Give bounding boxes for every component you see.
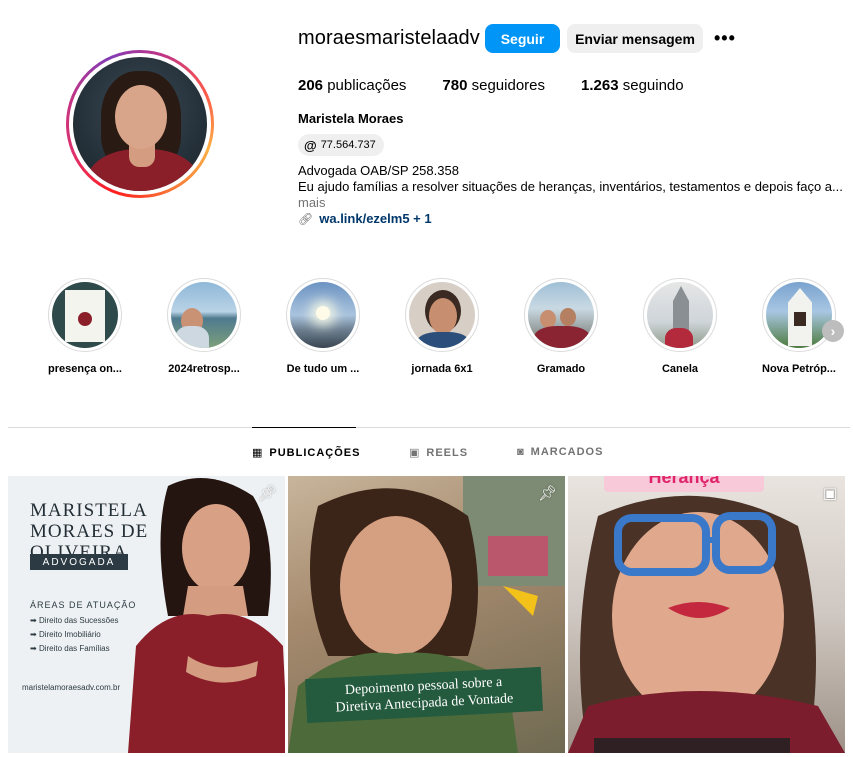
stat-followers[interactable]: 780 seguidores [442, 77, 545, 94]
highlight-cover [528, 282, 594, 348]
reels-icon: ▣ [409, 447, 421, 459]
highlight-label: jornada 6x1 [411, 363, 473, 375]
highlight-cover [290, 282, 356, 348]
pinned-icon: 📌︎ [537, 485, 557, 502]
grid-icon: ▦ [252, 447, 264, 459]
stat-posts: 206 publicações [298, 77, 407, 94]
highlight-cover [409, 282, 475, 348]
highlight-cover [766, 282, 832, 348]
link-icon: 🔗︎ [298, 211, 314, 226]
profile-link[interactable]: 🔗︎ wa.link/ezelm5 + 1 [298, 211, 432, 226]
highlight-item[interactable]: Canela [636, 278, 724, 375]
stat-following[interactable]: 1.263 seguindo [581, 77, 684, 94]
bio-line-2: Eu ajudo famílias a resolver situações d… [298, 179, 843, 194]
tabs-divider [8, 427, 850, 428]
post-title-tag: Herança [604, 476, 764, 492]
post-portrait [568, 495, 845, 753]
post-role-label: ADVOGADA [30, 554, 128, 570]
active-tab-indicator [252, 427, 356, 428]
threads-icon: @ [304, 137, 317, 153]
highlight-cover [647, 282, 713, 348]
more-options-icon[interactable]: ••• [714, 29, 736, 47]
post-tile[interactable]: Depoimento pessoal sobre a Diretiva Ante… [288, 476, 565, 753]
post-tile[interactable]: MARISTELA MORAES DE OLIVEIRA ADVOGADA ÁR… [8, 476, 285, 753]
bio-more-link[interactable]: mais [298, 195, 848, 211]
highlight-cover [52, 282, 118, 348]
profile-avatar [73, 57, 207, 191]
profile-full-name: Maristela Moraes [298, 111, 404, 126]
profile-bio: Advogada OAB/SP 258.358 Eu ajudo família… [298, 163, 848, 211]
profile-stats: 206 publicações 780 seguidores 1.263 seg… [298, 77, 720, 94]
highlight-item[interactable]: 2024retrosp... [160, 278, 248, 375]
threads-badge-text: 77.564.737 [320, 139, 376, 151]
send-message-button[interactable]: Enviar mensagem [567, 24, 703, 53]
tab-reels[interactable]: ▣ REELS [409, 446, 468, 460]
profile-username: moraesmaristelaadv [298, 27, 480, 49]
follow-button[interactable]: Seguir [485, 24, 560, 53]
highlight-label: Nova Petróp... [762, 363, 836, 375]
highlight-cover [171, 282, 237, 348]
highlights-next-button[interactable]: › [822, 320, 844, 342]
profile-link-text[interactable]: wa.link/ezelm5 + 1 [319, 211, 431, 226]
tagged-icon: ◙ [517, 446, 525, 458]
post-site-text: maristelamoraesadv.com.br [22, 683, 121, 692]
highlight-item[interactable]: Gramado [517, 278, 605, 375]
profile-avatar-ring[interactable] [66, 50, 214, 198]
highlight-item[interactable]: presença on... [41, 278, 129, 375]
threads-badge[interactable]: @ 77.564.737 [298, 134, 384, 156]
post-areas-title: ÁREAS DE ATUAÇÃO [30, 600, 137, 610]
highlight-label: 2024retrosp... [168, 363, 240, 375]
post-portrait [128, 478, 285, 753]
highlight-label: presença on... [48, 363, 122, 375]
tab-tagged[interactable]: ◙ MARCADOS [517, 446, 603, 458]
post-area-item: ➡ Direito das Sucessões [30, 616, 119, 625]
tab-posts[interactable]: ▦ PUBLICAÇÕES [252, 446, 360, 460]
post-tile[interactable]: Herança ▣ [568, 476, 845, 753]
bio-line-1: Advogada OAB/SP 258.358 [298, 163, 459, 178]
reels-icon: ▣ [822, 485, 837, 502]
highlight-label: De tudo um ... [286, 363, 360, 375]
post-area-item: ➡ Direito das Famílias [30, 644, 110, 653]
post-area-item: ➡ Direito Imobiliário [30, 630, 101, 639]
highlight-label: Canela [661, 363, 699, 375]
highlight-label: Gramado [536, 363, 586, 375]
highlight-item[interactable]: De tudo um ... [279, 278, 367, 375]
pinned-icon: 📌︎ [257, 485, 277, 502]
highlight-item[interactable]: jornada 6x1 [398, 278, 486, 375]
